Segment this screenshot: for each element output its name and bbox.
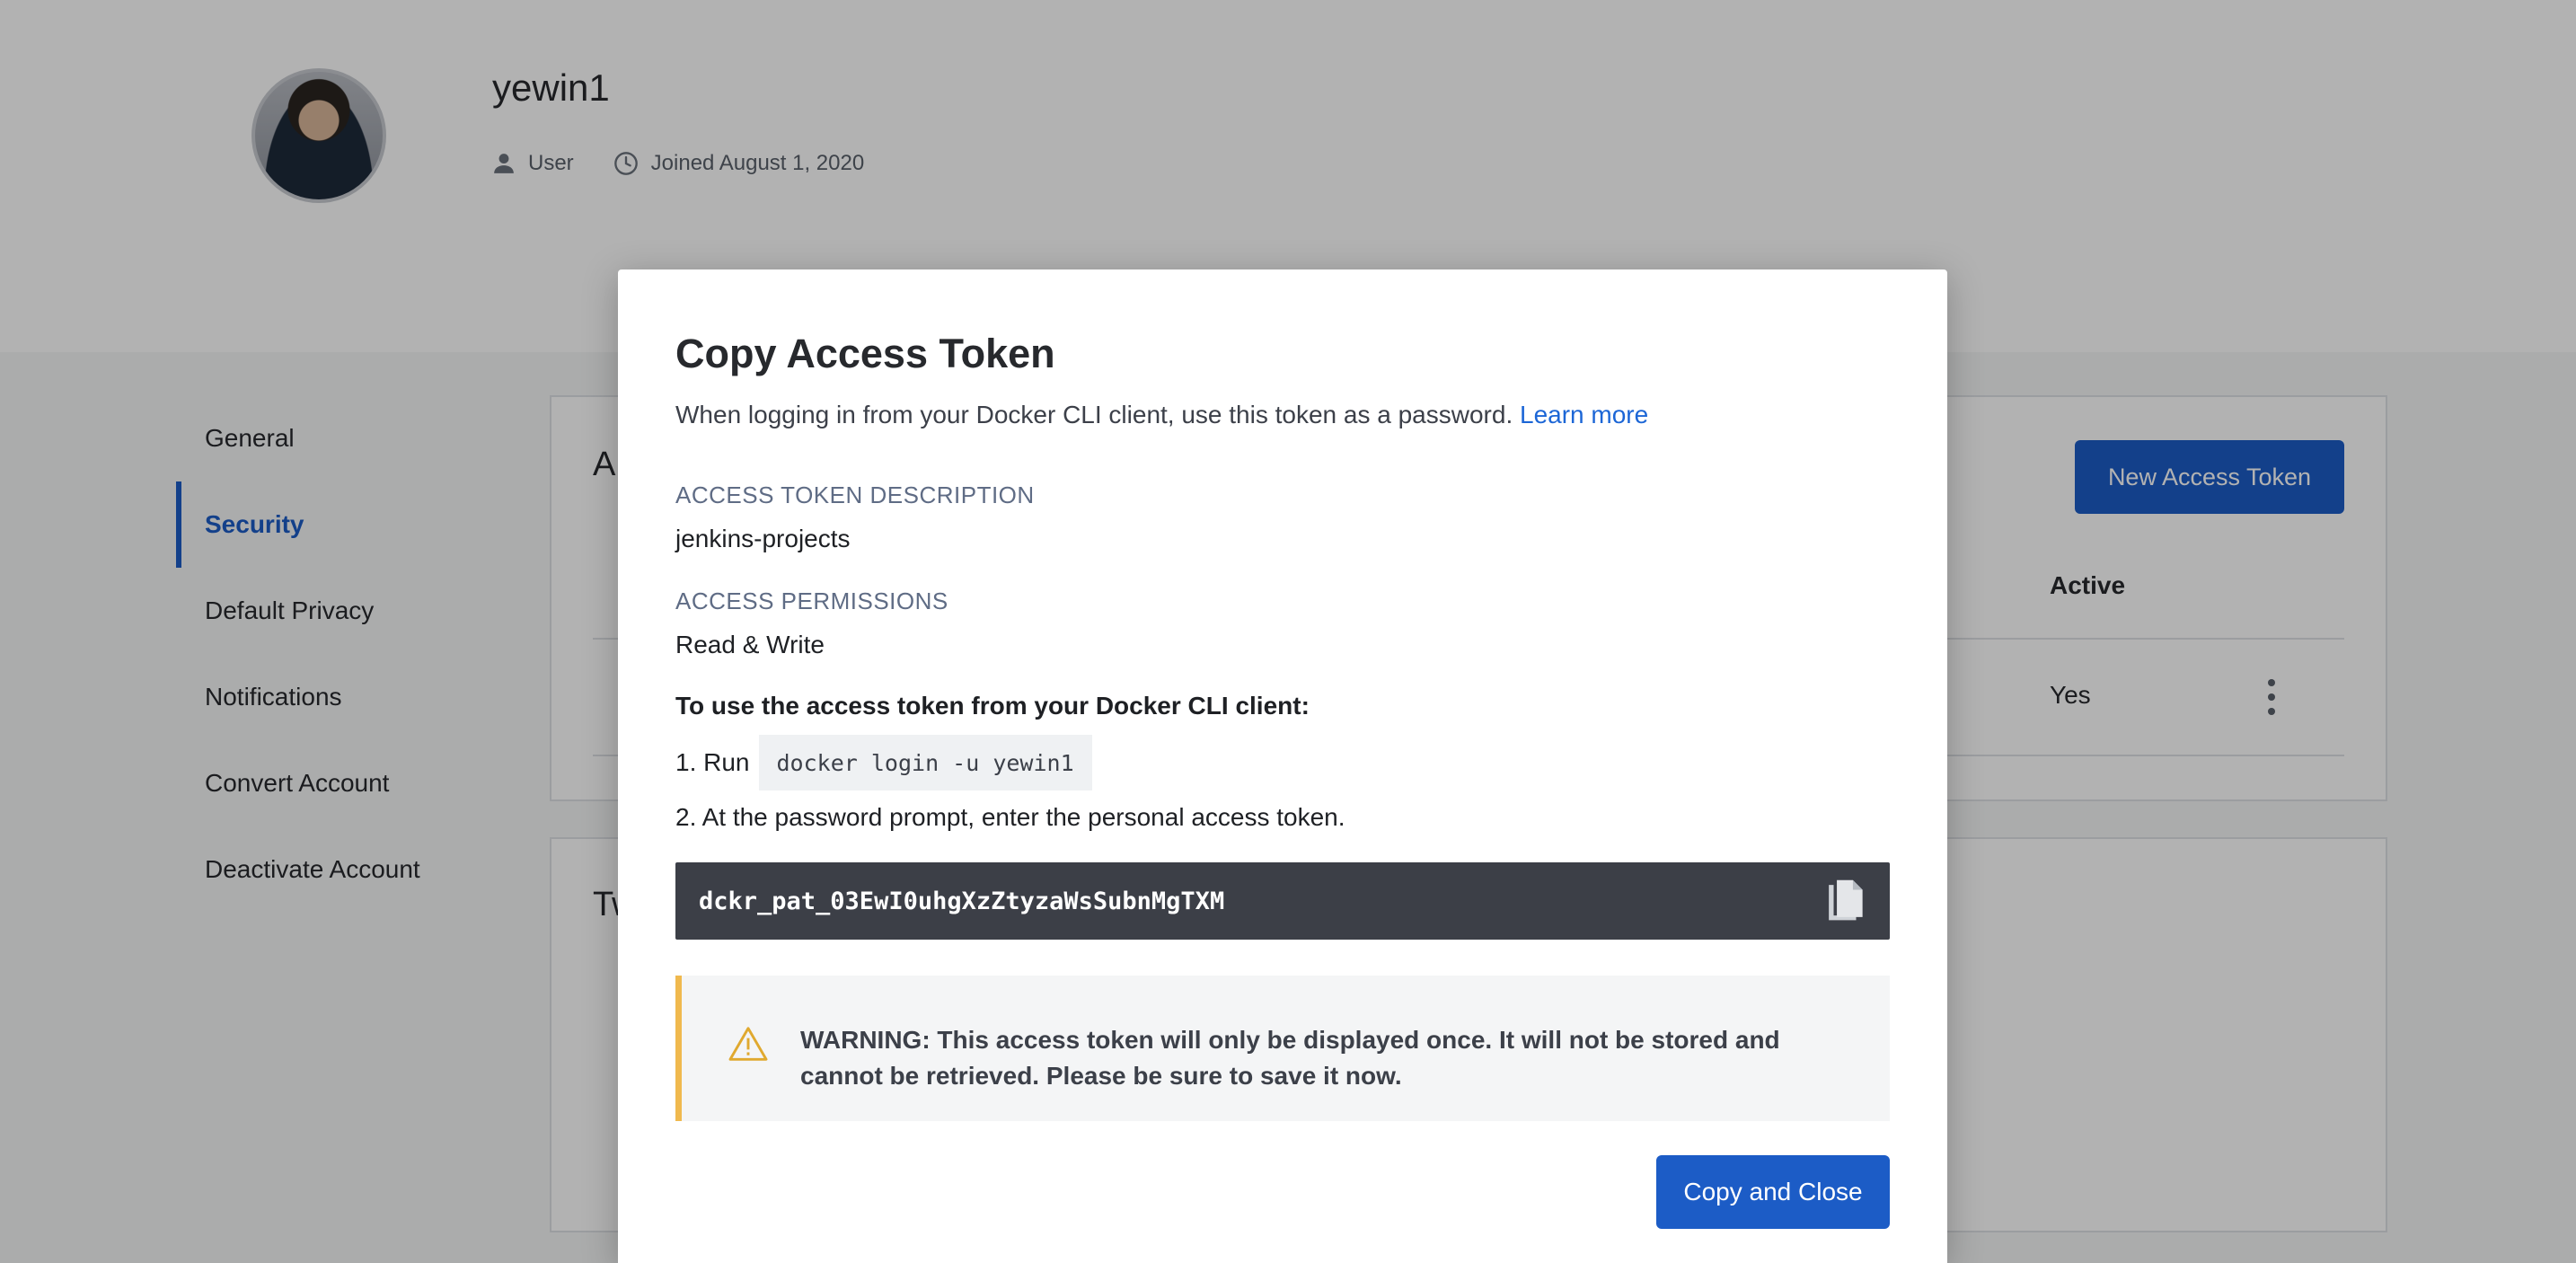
warning-text: WARNING: This access token will only be … xyxy=(800,1026,1780,1090)
copy-access-token-modal: Copy Access Token When logging in from y… xyxy=(618,269,1947,1263)
instruction-step-1: 1. Run docker login -u yewin1 xyxy=(675,735,1092,790)
learn-more-link[interactable]: Learn more xyxy=(1520,401,1648,428)
instruction-step-2: 2. At the password prompt, enter the per… xyxy=(675,803,1345,831)
permissions-label: ACCESS PERMISSIONS xyxy=(675,587,948,614)
copy-and-close-button[interactable]: Copy and Close xyxy=(1656,1155,1890,1229)
instructions-heading: To use the access token from your Docker… xyxy=(675,692,1310,720)
description-value: jenkins-projects xyxy=(675,525,851,552)
modal-title: Copy Access Token xyxy=(675,331,1055,376)
access-token-value: dckr_pat_03EwI0uhgXzZtyzaWsSubnMgTXM xyxy=(699,887,1225,915)
description-label: ACCESS TOKEN DESCRIPTION xyxy=(675,481,1035,508)
login-command: docker login -u yewin1 xyxy=(758,735,1092,790)
token-box: dckr_pat_03EwI0uhgXzZtyzaWsSubnMgTXM xyxy=(675,862,1890,940)
permissions-value: Read & Write xyxy=(675,631,825,658)
copy-icon[interactable] xyxy=(1825,879,1865,923)
step1-prefix: 1. Run xyxy=(675,748,750,776)
modal-subtitle: When logging in from your Docker CLI cli… xyxy=(675,401,1648,429)
warning-icon xyxy=(728,1027,768,1061)
modal-subtitle-text: When logging in from your Docker CLI cli… xyxy=(675,401,1513,428)
warning-callout: WARNING: This access token will only be … xyxy=(675,976,1890,1121)
